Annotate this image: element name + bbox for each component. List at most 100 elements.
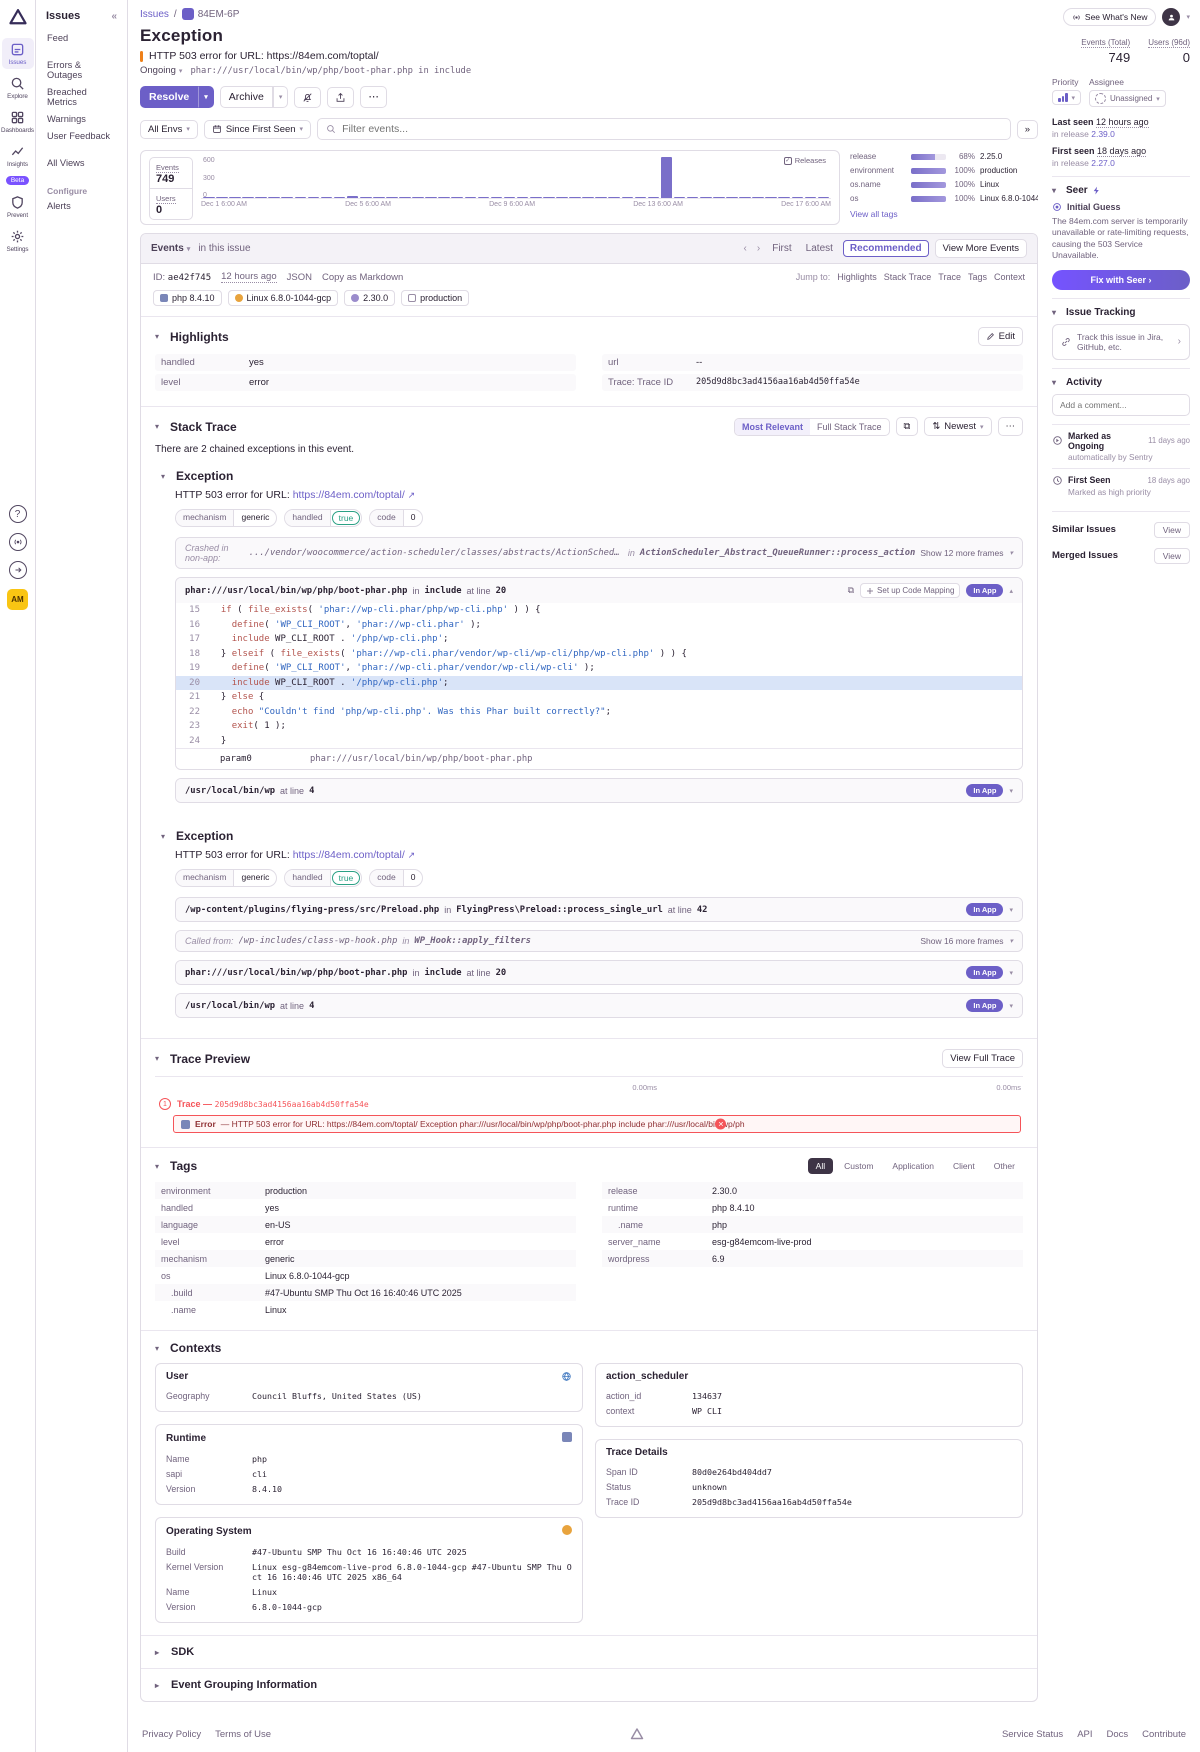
frame-header-row[interactable]: /wp-content/plugins/flying-press/src/Pre… [176,898,1022,921]
tag-row[interactable]: runtimephp 8.4.10 [602,1199,1023,1216]
facet-os-name[interactable]: os.name 100% Linux [850,180,1038,189]
privacy-policy-link[interactable]: Privacy Policy [142,1729,201,1740]
resolve-button[interactable]: Resolve [140,86,198,108]
facet-os[interactable]: os 100% Linux 6.8.0-1044-g... [850,194,1038,203]
show-more-frames-link[interactable]: Show 12 more frames [920,548,1003,558]
terms-link[interactable]: Terms of Use [215,1729,271,1740]
seer-section-header[interactable]: ▾ Seer [1052,185,1190,196]
activity-header[interactable]: ▾ Activity [1052,377,1190,388]
rail-item-prevent[interactable]: Prevent [2,191,34,222]
tag-row[interactable]: mechanismgeneric [155,1250,576,1267]
view-all-tags-link[interactable]: View all tags [850,209,898,219]
chevron-down-icon[interactable]: ▾ [161,472,171,481]
issue-tracking-header[interactable]: ▾ Issue Tracking [1052,307,1190,318]
tag-row[interactable]: languageen-US [155,1216,576,1233]
first-event-tab[interactable]: First [768,241,795,256]
json-link[interactable]: JSON [287,272,312,283]
trace-error-span[interactable]: Error — HTTP 503 error for URL: https://… [173,1115,1021,1133]
event-grouping-section-toggle[interactable]: ▸ Event Grouping Information [141,1669,1037,1701]
recommended-event-tab[interactable]: Recommended [843,240,929,257]
sidebar-item-errors-outages[interactable]: Errors & Outages [43,57,120,83]
account-menu-button[interactable] [1162,8,1180,26]
setup-code-mapping-button[interactable]: Set up Code Mapping [860,583,960,598]
jump-tags[interactable]: Tags [968,272,987,282]
release-pill[interactable]: 2.30.0 [344,290,395,306]
date-filter[interactable]: Since First Seen▾ [204,120,311,139]
tags-tab-client[interactable]: Client [945,1158,983,1174]
jump-trace[interactable]: Trace [938,272,961,282]
sentry-logo[interactable] [7,6,29,28]
edit-highlights-button[interactable]: Edit [978,327,1023,346]
chevron-down-icon[interactable]: ▾ [1009,969,1013,977]
tag-row[interactable]: release2.30.0 [602,1182,1023,1199]
archive-button[interactable]: Archive [220,86,273,108]
share-button[interactable] [327,87,354,108]
trace-id-link[interactable]: 205d9d8bc3ad4156aa16ab4d50ffa54e [692,1497,852,1507]
rail-item-explore[interactable]: Explore [2,72,34,103]
chevron-down-icon[interactable]: ▾ [1186,13,1190,21]
chevron-down-icon[interactable]: ▾ [161,832,171,841]
thread-selector-button[interactable]: ⧉ [896,417,919,436]
tag-row[interactable]: wordpress6.9 [602,1250,1023,1267]
resolve-dropdown-button[interactable]: ▾ [198,86,214,108]
rail-item-issues[interactable]: Issues [2,38,34,69]
subscribe-button[interactable] [294,87,321,108]
view-full-trace-button[interactable]: View Full Trace [942,1049,1023,1068]
breadcrumb-issue[interactable]: 84EM-6P [182,8,240,20]
non-app-frame-row[interactable]: Crashed in non-app: .../vendor/woocommer… [176,538,1022,568]
facet-environment[interactable]: environment 100% production [850,166,1038,175]
chevron-down-icon[interactable]: ▾ [1009,937,1013,945]
chevron-down-icon[interactable]: ▾ [1009,906,1013,914]
event-id[interactable]: ae42f745 [168,273,211,283]
service-status-link[interactable]: Service Status [1002,1729,1063,1740]
sdk-section-toggle[interactable]: ▸ SDK [141,1636,1037,1669]
sidebar-collapse-icon[interactable]: « [111,11,117,22]
view-more-events-button[interactable]: View More Events [935,239,1027,258]
in-app-badge[interactable]: In App [966,903,1003,916]
full-stack-trace-toggle[interactable]: Full Stack Trace [810,419,889,435]
substatus-dropdown[interactable]: Ongoing▾ [140,65,182,76]
tag-row[interactable]: osLinux 6.8.0-1044-gcp [155,1267,576,1284]
tags-tab-all[interactable]: All [808,1158,833,1174]
facet-release[interactable]: release 68% 2.25.0 [850,152,1038,161]
frame-header-row[interactable]: /usr/local/bin/wp at line 4 In App ▾ [176,994,1022,1017]
tag-row[interactable]: levelerror [155,1233,576,1250]
comment-input[interactable] [1052,394,1190,416]
frame-header-row[interactable]: phar:///usr/local/bin/wp/php/boot-phar.p… [176,961,1022,984]
onboarding-icon[interactable] [9,561,27,579]
breadcrumb-issues-link[interactable]: Issues [140,9,169,20]
events-chart[interactable]: ✓ Releases 600 300 0 Dec 1 6:00 AM [201,157,831,220]
in-app-badge[interactable]: In App [966,784,1003,797]
sidebar-item-breached-metrics[interactable]: Breached Metrics [43,84,120,110]
in-app-badge[interactable]: In App [966,584,1003,597]
jump-context[interactable]: Context [994,272,1025,282]
tag-row[interactable]: .build#47-Ubuntu SMP Thu Oct 16 16:40:46… [155,1284,576,1301]
sort-dropdown[interactable]: ⇅ Newest▾ [924,417,991,436]
release-link[interactable]: 2.27.0 [1091,158,1115,168]
frame-header-row[interactable]: /usr/local/bin/wp at line 4 In App ▾ [176,779,1022,802]
in-app-badge[interactable]: In App [966,966,1003,979]
most-relevant-toggle[interactable]: Most Relevant [735,419,810,435]
more-actions-button[interactable]: ⋯ [360,86,387,108]
rail-item-dashboards[interactable]: Dashboards [2,106,34,137]
archive-dropdown-button[interactable]: ▾ [273,86,289,108]
sidebar-item-all-views[interactable]: All Views [43,155,120,171]
view-similar-issues-button[interactable]: View [1154,522,1190,538]
rail-item-settings[interactable]: Settings [2,225,34,256]
sidebar-item-user-feedback[interactable]: User Feedback [43,128,120,144]
contribute-link[interactable]: Contribute [1142,1729,1186,1740]
jump-stack-trace[interactable]: Stack Trace [884,272,932,282]
chevron-down-icon[interactable]: ▾ [155,1054,165,1063]
tag-row[interactable]: environmentproduction [155,1182,576,1199]
view-merged-issues-button[interactable]: View [1154,548,1190,564]
whats-new-button[interactable]: See What's New [1063,8,1157,26]
copy-markdown-button[interactable]: Copy as Markdown [322,272,403,283]
fix-with-seer-button[interactable]: Fix with Seer › [1052,270,1190,290]
sidebar-item-alerts[interactable]: Alerts [43,198,120,214]
environment-pill[interactable]: production [401,290,469,306]
trace-row[interactable]: 1 Trace — 205d9d8bc3ad4156aa16ab4d50ffa5… [155,1096,1023,1112]
latest-event-tab[interactable]: Latest [802,241,837,256]
exception-url-link[interactable]: https://84em.com/toptal/ [293,849,405,861]
non-app-frame-row[interactable]: Called from: /wp-includes/class-wp-hook.… [176,931,1022,951]
copy-icon[interactable]: ⧉ [848,585,854,596]
